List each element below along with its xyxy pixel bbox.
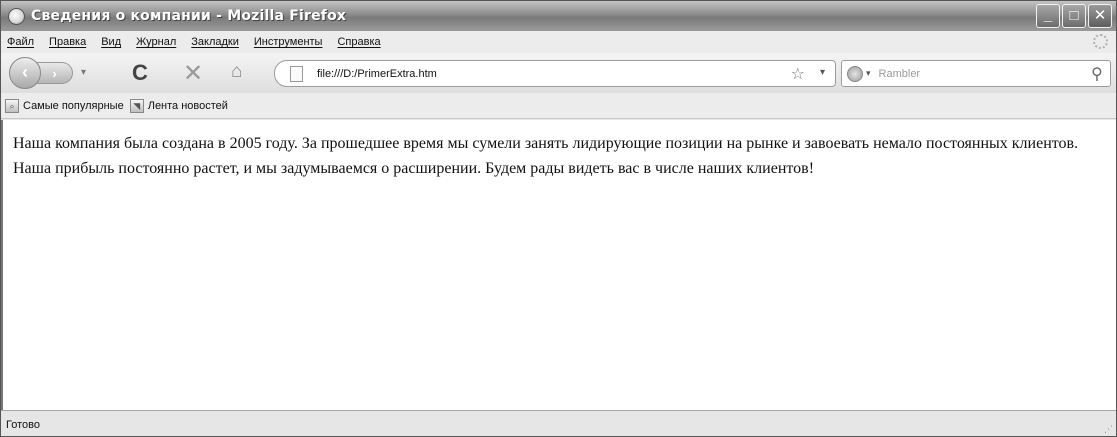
bookmarks-toolbar: ⌕ Самые популярные ◥ Лента новостей	[1, 93, 1116, 119]
bookmark-label: Лента новостей	[147, 99, 228, 112]
url-field[interactable]: file:///D:/PrimerExtra.htm	[317, 68, 437, 80]
status-text: Готово	[6, 418, 40, 431]
menu-tools[interactable]: Инструменты	[254, 36, 323, 48]
search-engine-dropdown-icon[interactable]: ▾	[866, 68, 871, 79]
menu-bar: Файл Правка Вид Журнал Закладки Инструме…	[1, 31, 1116, 53]
search-engine-icon[interactable]	[847, 65, 863, 82]
menu-file[interactable]: Файл	[7, 36, 34, 48]
search-page-icon: ⌕	[5, 98, 19, 113]
back-button[interactable]: ‹	[9, 57, 41, 89]
url-dropdown-icon[interactable]: ▾	[820, 67, 825, 78]
title-bar[interactable]: Сведения о компании - Mozilla Firefox _ …	[1, 1, 1116, 31]
firefox-icon	[8, 7, 25, 25]
menu-view[interactable]: Вид	[101, 36, 121, 48]
menu-history[interactable]: Журнал	[136, 36, 176, 48]
status-bar: Готово ⋰	[1, 410, 1116, 436]
window-title: Сведения о компании - Mozilla Firefox	[31, 8, 347, 24]
address-bar[interactable]: file:///D:/PrimerExtra.htm ☆ ▾	[274, 60, 836, 87]
search-input[interactable]: Rambler	[879, 68, 921, 80]
bookmark-most-visited[interactable]: ⌕ Самые популярные	[5, 98, 124, 113]
search-bar[interactable]: ▾ Rambler ⚲	[841, 60, 1111, 87]
maximize-button[interactable]: □	[1062, 4, 1086, 28]
minimize-button[interactable]: _	[1036, 4, 1060, 28]
window-controls: _ □ ✕	[1036, 4, 1112, 28]
rss-feed-icon: ◥	[129, 98, 144, 113]
throbber-icon	[1093, 34, 1108, 49]
page-icon	[290, 65, 303, 82]
stop-button[interactable]: ✕	[183, 59, 203, 88]
home-button[interactable]: ⌂	[231, 61, 242, 83]
forward-button[interactable]: ›	[37, 62, 73, 84]
bookmark-star-icon[interactable]: ☆	[791, 64, 805, 84]
menu-edit[interactable]: Правка	[49, 36, 86, 48]
menu-bookmarks[interactable]: Закладки	[191, 36, 239, 48]
back-forward-group: › ‹ ▾	[9, 57, 119, 89]
resize-grip-icon[interactable]: ⋰	[1104, 424, 1113, 435]
bookmark-label: Самые популярные	[23, 99, 124, 112]
bookmark-news-feed[interactable]: ◥ Лента новостей	[129, 98, 228, 113]
browser-window: Сведения о компании - Mozilla Firefox _ …	[0, 0, 1117, 437]
search-icon[interactable]: ⚲	[1091, 64, 1103, 84]
navigation-toolbar: › ‹ ▾ C ✕ ⌂ file:///D:/PrimerExtra.htm ☆…	[1, 53, 1116, 93]
reload-button[interactable]: C	[132, 60, 148, 86]
close-button[interactable]: ✕	[1088, 4, 1112, 28]
page-content: Наша компания была создана в 2005 году. …	[1, 120, 1116, 410]
menu-help[interactable]: Справка	[337, 36, 380, 48]
history-dropdown-icon[interactable]: ▾	[81, 67, 86, 78]
page-paragraph: Наша компания была создана в 2005 году. …	[13, 135, 1079, 177]
